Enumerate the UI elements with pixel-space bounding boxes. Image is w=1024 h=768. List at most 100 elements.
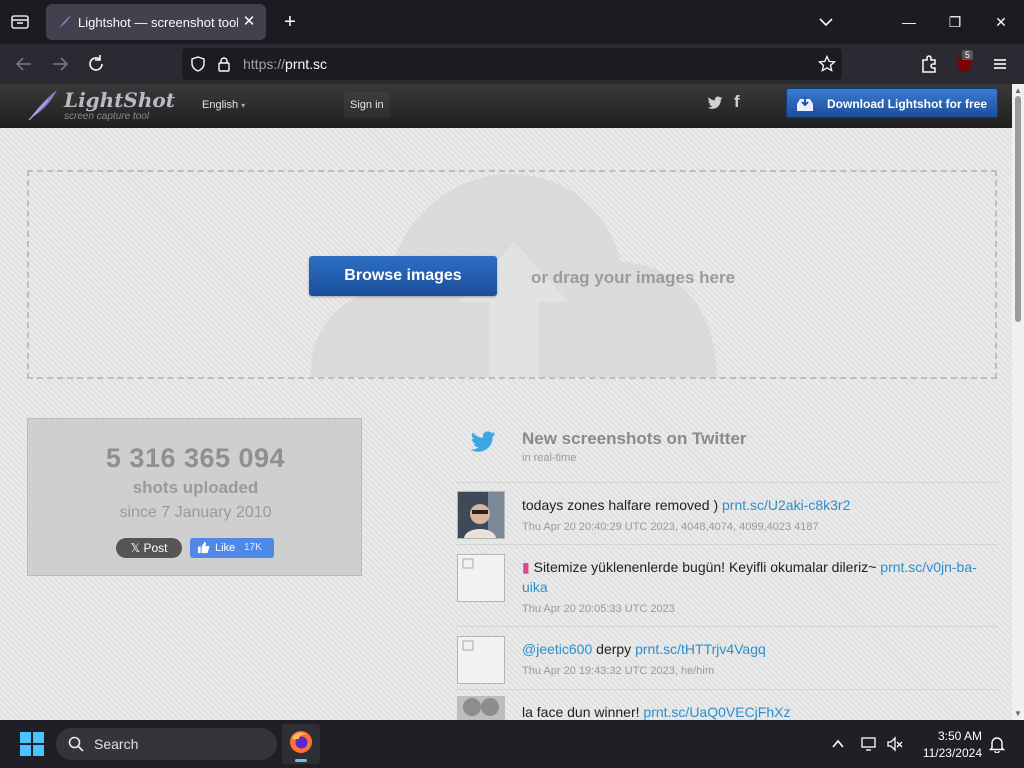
language-label: English xyxy=(202,99,239,111)
like-count: 17K xyxy=(244,542,262,553)
tweet-text: todays zones halfare removed ) prnt.sc/U… xyxy=(522,495,996,515)
windows-taskbar: Search 3:50 AM 11/23/2024 xyxy=(0,720,1024,768)
url-bar[interactable]: https://prnt.sc xyxy=(182,48,842,80)
tweet-thumbnail[interactable] xyxy=(457,491,505,539)
lightshot-logo[interactable]: LightShot screen capture tool xyxy=(24,86,175,126)
scroll-down-icon[interactable]: ▼ xyxy=(1014,709,1022,718)
clock-date[interactable]: 11/23/2024 xyxy=(908,746,982,760)
browser-nav-bar: https://prnt.sc xyxy=(0,44,1024,84)
volume-muted-icon[interactable] xyxy=(886,735,904,753)
tab-close-icon[interactable]: ✕ xyxy=(240,13,258,31)
shots-label: shots uploaded xyxy=(132,478,259,497)
new-tab-icon[interactable]: + xyxy=(280,12,300,32)
forward-icon[interactable] xyxy=(49,53,71,75)
shots-count: 5 316 365 094 xyxy=(105,443,286,473)
list-item: la face dun winner! prnt.sc/UaQ0VECjFhXz xyxy=(456,689,998,720)
tweet-text: ▮ Sitemize yüklenenlerde bugün! Keyifli … xyxy=(522,557,996,597)
scroll-up-icon[interactable]: ▲ xyxy=(1014,86,1022,95)
download-label: Download Lightshot for free xyxy=(827,97,987,111)
x-logo-icon: 𝕏 xyxy=(130,541,141,555)
tab-list-icon[interactable] xyxy=(8,10,32,34)
tweet-text: la face dun winner! prnt.sc/UaQ0VECjFhXz xyxy=(522,702,996,720)
search-label: Search xyxy=(94,736,139,752)
extensions-puzzle-icon[interactable] xyxy=(918,53,940,75)
url-scheme: https:// xyxy=(243,56,286,72)
tab-title: Lightshot — screenshot tool for Mac & Wi… xyxy=(78,15,238,30)
screenshot-link[interactable]: prnt.sc/UaQ0VECjFhXz xyxy=(643,704,790,720)
active-tab[interactable]: Lightshot — screenshot tool for Mac & Wi… xyxy=(46,4,266,40)
thumbs-up-icon xyxy=(197,541,210,554)
lock-icon[interactable] xyxy=(216,56,232,72)
ublock-badge: 5 xyxy=(962,50,974,60)
download-tray-icon xyxy=(797,97,813,111)
firefox-icon xyxy=(290,731,312,753)
avatar xyxy=(463,698,499,716)
chevron-up-icon[interactable] xyxy=(830,736,846,752)
twitter-icon[interactable] xyxy=(706,94,724,112)
tweet-body: Sitemize yüklenenlerde bugün! Keyifli ok… xyxy=(533,559,877,575)
tweet-meta: Thu Apr 20 20:40:29 UTC 2023, 4048,4074,… xyxy=(522,521,819,533)
list-item: @jeetic600 derpy prnt.sc/tHTTrjv4Vagq Th… xyxy=(456,626,998,689)
minimize-icon[interactable]: — xyxy=(896,10,922,34)
taskbar-search[interactable]: Search xyxy=(56,728,277,760)
network-icon[interactable] xyxy=(860,735,878,753)
bookmark-star-icon[interactable] xyxy=(818,55,836,73)
feather-logo-icon xyxy=(28,90,57,121)
url-text[interactable]: https://prnt.sc xyxy=(243,56,327,72)
tweet-text: @jeetic600 derpy prnt.sc/tHTTrjv4Vagq xyxy=(522,639,996,659)
facebook-like-button[interactable]: Like 17K xyxy=(190,538,274,558)
post-label: Post xyxy=(143,541,168,555)
site-header: LightShot screen capture tool English ▾ … xyxy=(0,84,1012,128)
page-scrollbar[interactable]: ▲ ▼ xyxy=(1012,84,1024,720)
windows-start-icon[interactable] xyxy=(20,732,44,756)
notification-bell-icon[interactable] xyxy=(988,735,1006,753)
firefox-taskbar-button[interactable] xyxy=(282,724,320,764)
twitter-section-subtitle: in real-time xyxy=(522,452,577,464)
logo-subtitle: screen capture tool xyxy=(64,111,150,122)
download-lightshot-button[interactable]: Download Lightshot for free xyxy=(786,88,998,118)
screenshot-link[interactable]: prnt.sc/U2aki-c8k3r2 xyxy=(722,497,850,513)
upload-stats-box: 5 316 365 094 shots uploaded since 7 Jan… xyxy=(27,418,362,576)
tweet-body: derpy xyxy=(596,641,632,657)
list-item: ▮ Sitemize yüklenenlerde bugün! Keyifli … xyxy=(456,544,998,626)
tweet-thumbnail[interactable] xyxy=(457,554,505,602)
reload-icon[interactable] xyxy=(85,53,107,75)
page-viewport: LightShot screen capture tool English ▾ … xyxy=(0,84,1012,720)
facebook-icon[interactable]: f xyxy=(734,92,748,112)
chevron-down-icon[interactable] xyxy=(816,12,836,32)
url-host: prnt.sc xyxy=(285,56,328,72)
search-icon xyxy=(68,736,84,752)
tracking-shield-icon[interactable] xyxy=(190,56,206,72)
megaphone-emoji-icon: ▮ xyxy=(522,559,530,575)
chevron-down-icon: ▾ xyxy=(241,101,246,110)
screenshot-link[interactable]: prnt.sc/tHTTrjv4Vagq xyxy=(635,641,766,657)
active-app-indicator xyxy=(295,759,307,762)
menu-hamburger-icon[interactable] xyxy=(989,53,1011,75)
tweet-thumbnail[interactable] xyxy=(457,696,505,720)
avatar xyxy=(458,492,504,538)
twitter-section-title: New screenshots on Twitter xyxy=(522,429,747,448)
since-date: since 7 January 2010 xyxy=(119,504,272,521)
drag-hint: or drag your images here xyxy=(531,268,736,287)
logo-title: LightShot xyxy=(64,88,175,112)
upload-dropzone[interactable]: Browse images or drag your images here xyxy=(27,170,997,379)
tweet-body: la face dun winner! xyxy=(522,704,640,720)
tweet-thumbnail[interactable] xyxy=(457,636,505,684)
x-post-button[interactable]: 𝕏 Post xyxy=(116,538,182,558)
clock-time[interactable]: 3:50 AM xyxy=(918,729,982,743)
restore-icon[interactable]: ❐ xyxy=(942,10,968,34)
language-selector[interactable]: English ▾ xyxy=(196,92,251,118)
tweet-meta: Thu Apr 20 19:43:32 UTC 2023, he/him xyxy=(522,665,715,677)
back-icon[interactable] xyxy=(13,53,35,75)
broken-image-icon xyxy=(462,640,474,651)
sign-in-button[interactable]: Sign in xyxy=(344,92,390,118)
lightshot-feather-icon xyxy=(58,15,71,29)
list-item: todays zones halfare removed ) prnt.sc/U… xyxy=(456,482,998,544)
scrollbar-thumb[interactable] xyxy=(1015,96,1021,322)
twitter-bird-icon xyxy=(470,431,496,452)
browse-images-button[interactable]: Browse images xyxy=(309,256,497,296)
like-label: Like xyxy=(215,542,236,554)
close-window-icon[interactable]: ✕ xyxy=(988,10,1014,34)
user-mention[interactable]: @jeetic600 xyxy=(522,641,592,657)
tweet-meta: Thu Apr 20 20:05:33 UTC 2023 xyxy=(522,603,675,615)
